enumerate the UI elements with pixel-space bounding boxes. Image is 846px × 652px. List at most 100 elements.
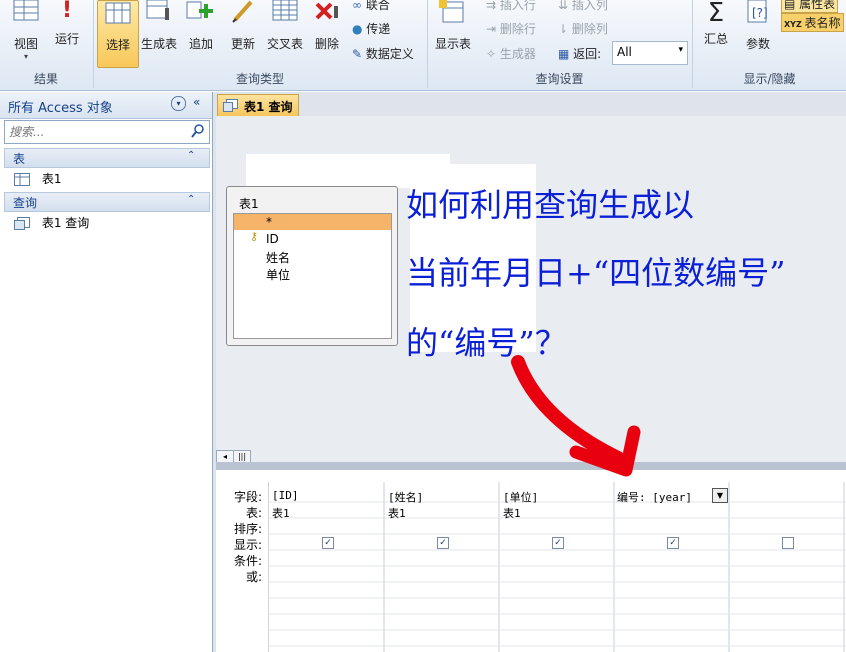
row-label-criteria: 条件: [233, 554, 262, 568]
table-names-button[interactable]: XYZ 表名称 [781, 13, 844, 32]
grid-table-cell[interactable]: 表1 [503, 505, 521, 521]
insert-rows-button[interactable]: ⇉ 插入行 [486, 0, 536, 13]
grid-field-cell[interactable]: 编号: [year] [617, 489, 692, 505]
field-name: * [266, 215, 272, 229]
annotation-line-2: 当前年月日+“四位数编号” [406, 254, 786, 292]
parameters-icon: [?] [747, 0, 768, 23]
row-label-sort: 排序: [233, 522, 262, 536]
delete-button[interactable]: 删除 [309, 0, 345, 52]
group-results-label: 结果 [33, 72, 58, 86]
group-query-setup-label: 查询设置 [535, 72, 584, 86]
append-label: 追加 [188, 37, 213, 51]
crosstab-button[interactable]: 交叉表 [264, 0, 306, 52]
data-definition-button[interactable]: ✎ 数据定义 [352, 45, 414, 62]
grid-lines [268, 482, 846, 652]
row-label-or: 或: [245, 570, 262, 584]
chevron-down-icon: ▾ [678, 45, 683, 55]
tab-table1-query[interactable]: 表1 查询 [217, 94, 299, 117]
view-button[interactable]: 视图 ▾ [6, 0, 46, 61]
grid-field-cell[interactable]: [姓名] [388, 489, 423, 505]
append-button[interactable]: 追加 [183, 0, 219, 52]
grid-field-cell[interactable]: [单位] [503, 489, 538, 505]
show-table-icon [439, 0, 464, 23]
insert-columns-button[interactable]: ⇊ 插入列 [558, 0, 608, 13]
field-item-unit[interactable]: 单位 [266, 266, 290, 283]
make-table-label: 生成表 [140, 37, 177, 51]
navigation-pane: 所有 Access 对象 ▾ « 表 ⌃ 表1 查询 ⌃ 表1 查询 [0, 92, 213, 652]
svg-text:[?]: [?] [752, 6, 768, 20]
tab-label: 表1 查询 [244, 100, 293, 114]
select-button[interactable]: 选择 [97, 0, 139, 68]
delete-rows-icon: ⇥ [486, 22, 500, 36]
show-checkbox[interactable]: ✓ [552, 537, 564, 549]
delete-rows-label: 删除行 [499, 22, 536, 36]
nav-section-tables[interactable]: 表 ⌃ [4, 148, 210, 168]
show-table-button[interactable]: 显示表 [431, 0, 475, 52]
field-list-table1[interactable]: 表1 * ⚷ ID 姓名 单位 [226, 186, 398, 346]
insert-rows-label: 插入行 [499, 0, 536, 12]
row-label-show: 显示: [233, 538, 262, 552]
builder-button[interactable]: ✧ 生成器 [486, 45, 536, 62]
view-label: 视图 [13, 37, 38, 51]
group-query-type-label: 查询类型 [235, 72, 284, 86]
pencil-icon [232, 0, 253, 23]
delete-columns-button[interactable]: ⇂ 删除列 [558, 20, 608, 37]
collapse-section-icon[interactable]: ⌃ [187, 150, 195, 161]
show-checkbox[interactable]: ✓ [322, 537, 334, 549]
show-checkbox[interactable]: ✓ [437, 537, 449, 549]
section-queries-label: 查询 [13, 196, 38, 210]
nav-section-queries[interactable]: 查询 ⌃ [4, 192, 210, 212]
grid-field-cell[interactable]: [ID] [272, 489, 299, 502]
row-label-table: 表: [245, 506, 262, 520]
query-icon [14, 217, 30, 230]
update-label: 更新 [230, 37, 255, 51]
parameters-button[interactable]: [?] 参数 [739, 0, 777, 52]
return-select[interactable]: All ▾ [612, 41, 688, 65]
nav-item-label: 表1 [41, 172, 62, 186]
nav-item-table1-query[interactable]: 表1 查询 [14, 214, 89, 231]
nav-menu-chevron-icon[interactable]: ▾ [171, 96, 186, 111]
nav-item-table1[interactable]: 表1 [14, 170, 61, 187]
show-table-label: 显示表 [434, 37, 471, 51]
field-dropdown-chevron-icon[interactable]: ▼ [712, 488, 728, 503]
pass-through-button[interactable]: ● 传递 [352, 20, 390, 37]
delete-rows-button[interactable]: ⇥ 删除行 [486, 20, 536, 37]
search-icon[interactable] [191, 124, 205, 138]
data-definition-label: 数据定义 [365, 47, 414, 61]
nav-title[interactable]: 所有 Access 对象 [8, 97, 113, 116]
table-icon [14, 173, 30, 186]
crosstab-icon [272, 0, 298, 21]
property-sheet-button[interactable]: ▤ 属性表 [781, 0, 839, 13]
totals-button[interactable]: Σ 汇总 [697, 0, 735, 47]
nav-search-field[interactable] [4, 120, 210, 144]
row-label-field: 字段: [233, 490, 262, 504]
show-checkbox[interactable]: ✓ [667, 537, 679, 549]
query-icon [223, 99, 238, 112]
collapse-section-icon[interactable]: ⌃ [187, 194, 195, 205]
field-item-id[interactable]: ID [266, 232, 279, 246]
field-list-title: 表1 [239, 197, 259, 211]
builder-label: 生成器 [499, 47, 536, 61]
annotation-arrow [511, 355, 641, 477]
grid-table-cell[interactable]: 表1 [272, 505, 290, 521]
append-icon [186, 1, 213, 19]
delete-label: 删除 [314, 37, 339, 51]
search-input[interactable] [7, 123, 189, 141]
show-checkbox[interactable] [782, 537, 794, 549]
grid-table-cell[interactable]: 表1 [388, 505, 406, 521]
return-icon: ▦ [558, 47, 574, 61]
run-label: 运行 [54, 32, 79, 46]
collapse-pane-icon[interactable]: « [193, 95, 200, 109]
union-icon: ∞ [352, 0, 366, 12]
field-item-all[interactable]: * [234, 214, 391, 230]
field-item-name[interactable]: 姓名 [266, 249, 290, 266]
globe-icon: ● [352, 22, 367, 36]
xyz-icon: XYZ [784, 20, 805, 29]
union-button[interactable]: ∞ 联合 [352, 0, 390, 13]
update-button[interactable]: 更新 [224, 0, 262, 52]
view-icon [13, 0, 39, 21]
run-button[interactable]: ! 运行 [50, 0, 84, 47]
make-table-button[interactable]: 生成表 [139, 0, 179, 52]
select-query-icon [105, 2, 131, 24]
delete-columns-icon: ⇂ [558, 22, 572, 36]
